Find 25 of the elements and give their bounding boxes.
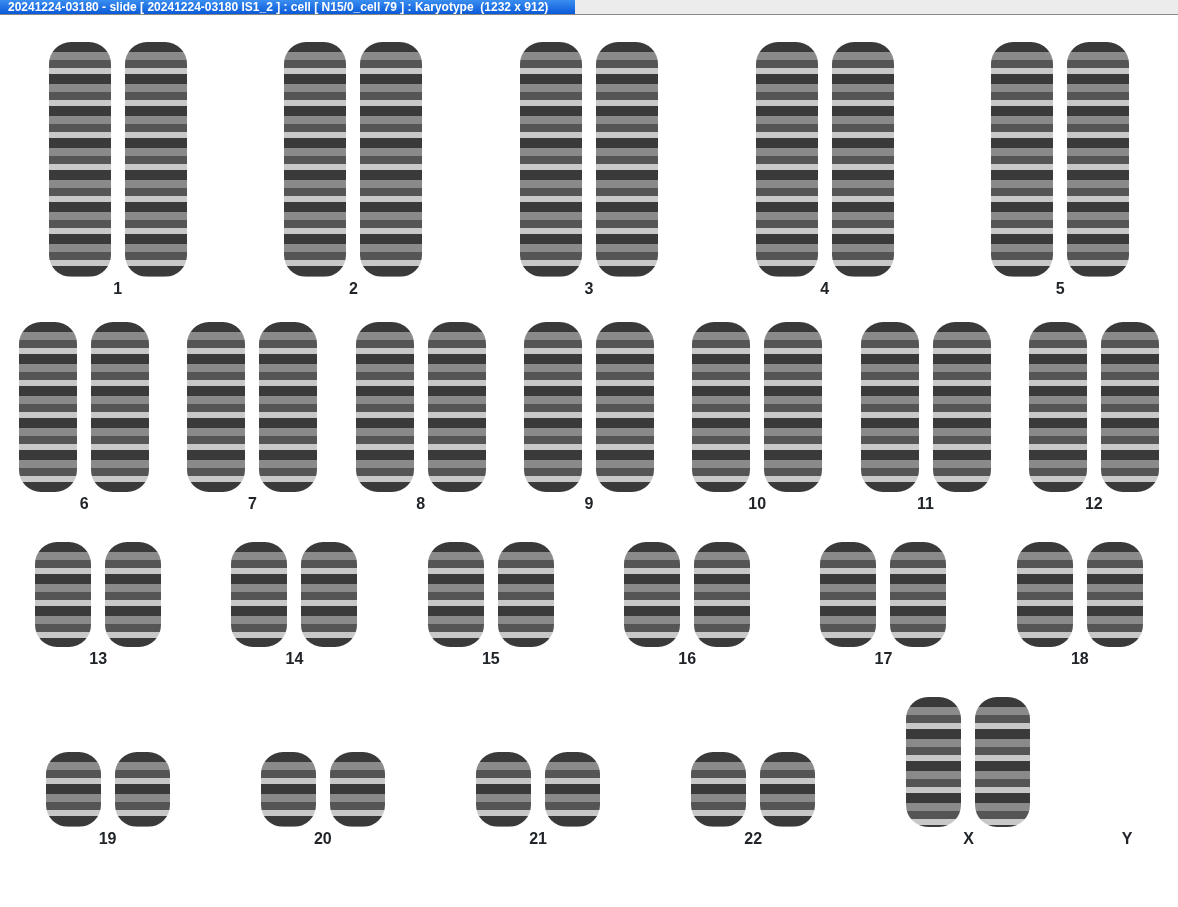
chromosome-label: 14	[285, 649, 304, 669]
chromosome-label: 18	[1070, 649, 1089, 669]
chromosome-label: 22	[744, 829, 763, 849]
chromosome-label: Y	[1121, 829, 1133, 849]
chromosome-label: 7	[247, 494, 257, 514]
chromosome-label: 8	[416, 494, 426, 514]
chromosome-label: 6	[79, 494, 89, 514]
chromosome-label: 1	[113, 279, 123, 299]
chromosome-label: 16	[678, 649, 697, 669]
chromosome-label: 21	[529, 829, 547, 849]
chromosome-label: 4	[820, 279, 830, 299]
chromosome-label: 15	[481, 649, 500, 669]
chromosome-label: 5	[1055, 279, 1065, 299]
window-title: 20241224-03180 - slide [ 20241224-03180 IS1_2 ] : cell [ N15/0_cell 79 ] : Karyotype (1232 x 912)	[0, 0, 575, 14]
chromosome-label: 20	[313, 829, 332, 849]
chromosome-label: 17	[874, 649, 893, 669]
chromosome-label: 11	[917, 494, 934, 514]
chromosome-label: 13	[89, 649, 108, 669]
chromosome-label: 9	[584, 494, 594, 514]
chromosome-label: X	[963, 829, 974, 849]
chromosome-label: 2	[348, 279, 358, 299]
chromosome-label: 12	[1084, 494, 1103, 514]
chromosome-label: 19	[98, 829, 117, 849]
chromosome-label: 10	[748, 494, 767, 514]
chromosome-label: 3	[584, 279, 594, 299]
